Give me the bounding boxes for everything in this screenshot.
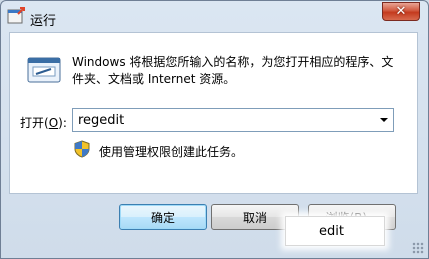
run-dialog: 运行 ✕ Windows 将根据您所输入的名称，为您打开相应的程序、文件夹、文档… bbox=[0, 0, 429, 259]
title-bar[interactable]: 运行 ✕ bbox=[1, 1, 428, 33]
close-icon: ✕ bbox=[395, 4, 407, 19]
resize-grip-icon[interactable] bbox=[412, 242, 424, 254]
admin-privilege-note: 使用管理权限创建此任务。 bbox=[99, 145, 244, 159]
autocomplete-tooltip: edit bbox=[285, 216, 385, 246]
dropdown-arrow-icon[interactable] bbox=[375, 109, 393, 131]
close-button[interactable]: ✕ bbox=[382, 2, 420, 21]
uac-shield-icon bbox=[74, 140, 90, 158]
dialog-description: Windows 将根据您所输入的名称，为您打开相应的程序、文件夹、文档或 Int… bbox=[72, 55, 394, 86]
dialog-body: Windows 将根据您所输入的名称，为您打开相应的程序、文件夹、文档或 Int… bbox=[9, 32, 418, 194]
run-program-icon bbox=[27, 57, 61, 83]
window-title: 运行 bbox=[30, 14, 57, 29]
tooltip-text: edit bbox=[319, 224, 344, 239]
open-input[interactable]: regedit bbox=[78, 113, 124, 128]
open-combobox[interactable]: regedit bbox=[72, 108, 394, 132]
ok-button[interactable]: 确定 bbox=[119, 204, 207, 230]
open-label: 打开(O): bbox=[20, 116, 67, 130]
run-dialog-icon bbox=[7, 7, 25, 24]
